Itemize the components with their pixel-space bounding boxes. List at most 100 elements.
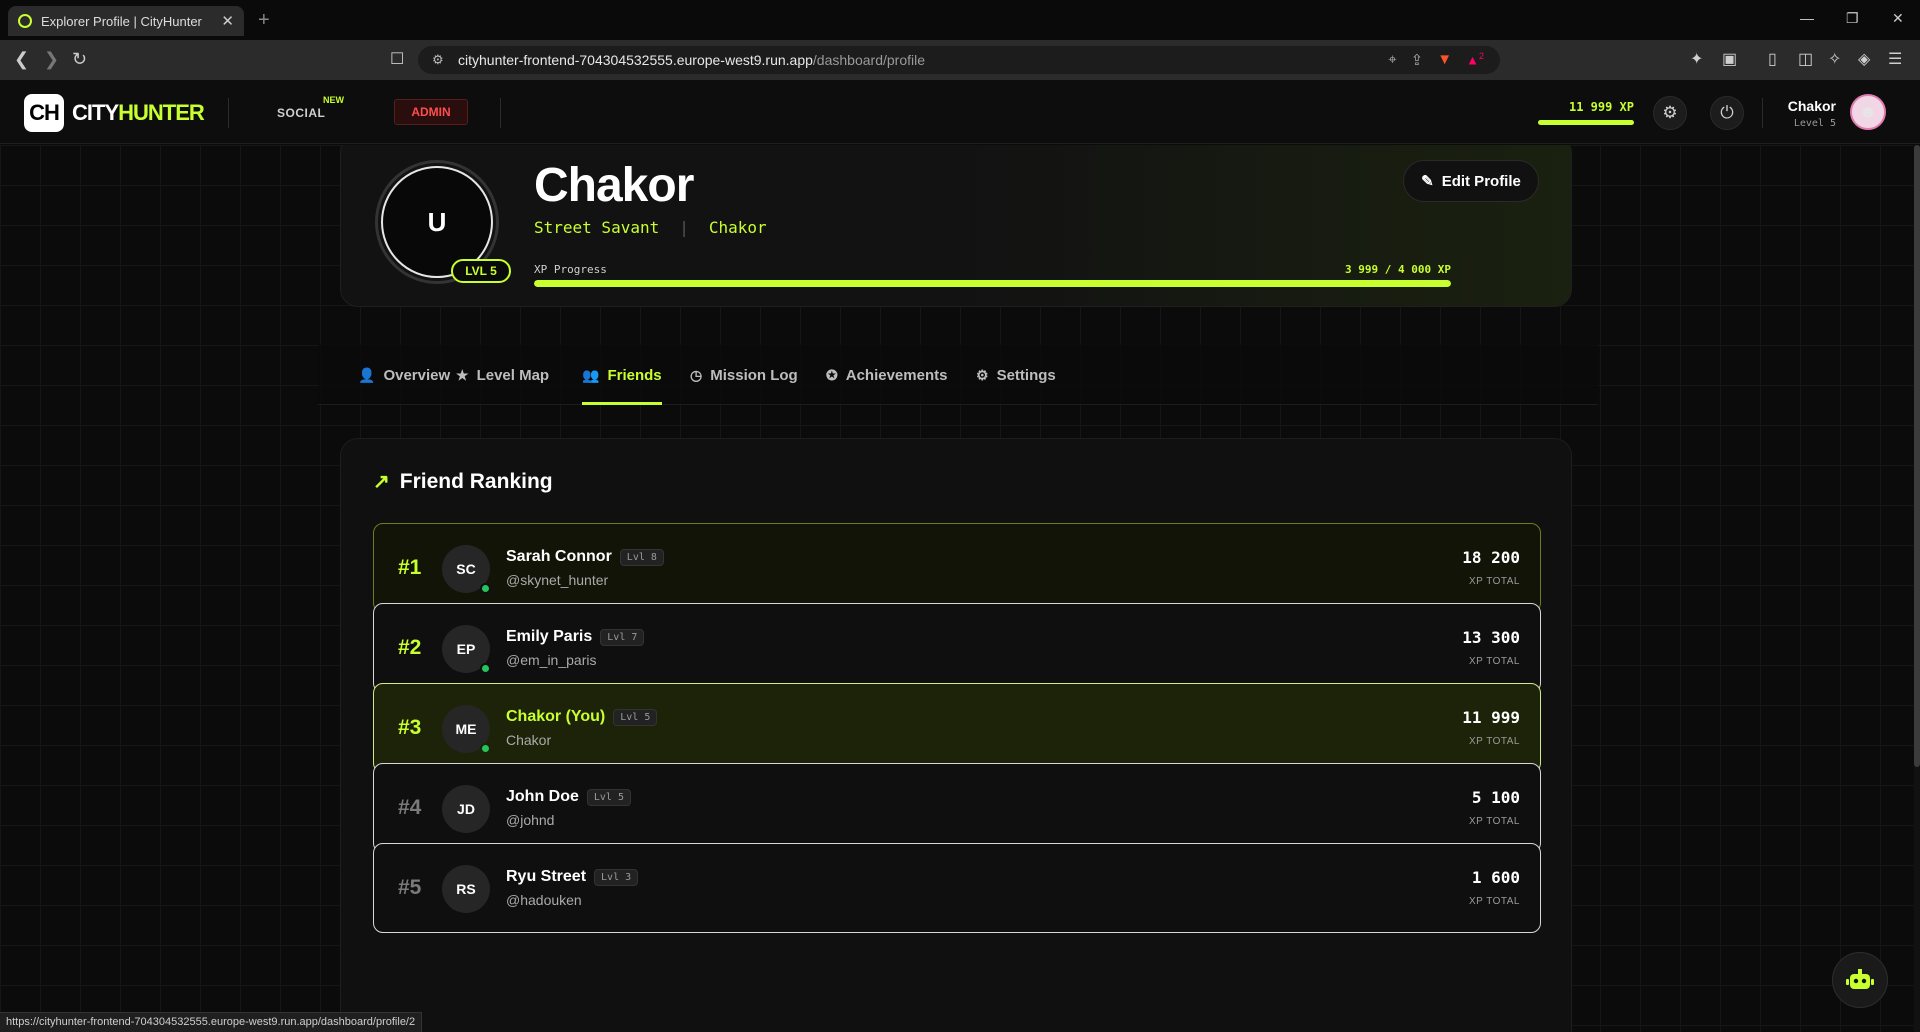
tab-settings[interactable]: ⚙ Settings [976, 345, 1056, 405]
friend-level: Lvl 5 [586, 788, 631, 806]
url-input[interactable]: ⚙ cityhunter-frontend-704304532555.europ… [418, 46, 1500, 74]
back-icon[interactable]: ❮ [14, 49, 29, 70]
friend-name-text: John Doe [506, 788, 579, 805]
online-indicator [480, 663, 491, 674]
xp-total-caption: XP TOTAL [1468, 896, 1520, 907]
user-icon: 👤 [358, 366, 376, 383]
leo-icon[interactable]: ✧ [1828, 49, 1841, 69]
header-user-level: Level 5 [1793, 118, 1836, 129]
xp-progress-value: 3 999 / 4 000 XP [1345, 263, 1451, 276]
edit-profile-button[interactable]: ✎ Edit Profile [1403, 160, 1539, 202]
friend-name: Chakor (You) Lvl 5 [506, 708, 658, 726]
online-indicator [480, 583, 491, 594]
edit-icon: ✎ [1421, 173, 1434, 190]
close-window-icon[interactable]: ✕ [1892, 10, 1904, 27]
friend-name: Sarah Connor Lvl 8 [506, 548, 664, 566]
screenshot-icon[interactable]: ▣ [1722, 49, 1737, 69]
close-tab-icon[interactable]: ✕ [221, 12, 234, 30]
friend-name-text: Chakor (You) [506, 708, 606, 725]
share-icon[interactable]: ⇪ [1411, 51, 1424, 69]
sidebar-icon[interactable]: ▯ [1768, 49, 1777, 69]
xp-progress-label: XP Progress [534, 263, 607, 276]
tab-label: Level Map [476, 366, 550, 384]
tab-label: Achievements [845, 366, 948, 384]
tab-overview[interactable]: 👤 Overview [358, 345, 450, 405]
friend-name: Emily Paris Lvl 7 [506, 628, 645, 646]
logout-button[interactable]: ⏻ [1710, 96, 1744, 130]
nav-social[interactable]: SOCIAL [277, 106, 325, 120]
friend-name: Ryu Street Lvl 3 [506, 868, 639, 886]
header-xp-fill [1538, 120, 1634, 125]
table-row[interactable]: #1 SC Sarah Connor Lvl 8 @skynet_hunter 1… [373, 523, 1541, 613]
tab-label: Mission Log [710, 366, 798, 384]
location-icon[interactable]: ⌖ [1388, 51, 1396, 69]
settings-button[interactable]: ⚙ [1653, 96, 1687, 130]
wallet-icon[interactable]: ◫ [1798, 49, 1813, 69]
extensions-icon[interactable]: ✦ [1690, 49, 1703, 69]
assistant-bot-button[interactable] [1832, 952, 1888, 1008]
friend-name-text: Ryu Street [506, 868, 587, 885]
menu-icon[interactable]: ☰ [1888, 49, 1902, 69]
table-row[interactable]: #4 JD John Doe Lvl 5 @johnd 5 100 XP TOTA… [373, 763, 1541, 853]
header-user-name: Chakor [1787, 98, 1836, 114]
reload-icon[interactable]: ↻ [72, 49, 87, 70]
brave-shield-icon[interactable]: ▼ [1437, 51, 1452, 69]
robot-icon [1846, 969, 1874, 989]
friend-name-text: Emily Paris [506, 628, 593, 645]
avatar[interactable]: ☻ [1850, 94, 1886, 130]
bookmark-icon[interactable]: ☐ [390, 49, 404, 69]
table-row-current-user[interactable]: #3 ME Chakor (You) Lvl 5 Chakor 11 999 XP… [373, 683, 1541, 773]
tab-label: Overview [383, 366, 451, 384]
award-icon: ✪ [826, 366, 838, 383]
admin-button[interactable]: ADMIN [394, 99, 468, 125]
forward-icon[interactable]: ❯ [44, 49, 59, 70]
new-tab-icon[interactable]: + [258, 9, 270, 32]
friend-xp: 11 999 [1462, 708, 1520, 727]
rewards-badge: 2 [1478, 51, 1484, 61]
page-title: Chakor [534, 159, 694, 212]
scrollbar-thumb[interactable] [1914, 145, 1920, 767]
browser-tabbar: Explorer Profile | CityHunter ✕ + — ❐ ✕ [0, 0, 1920, 40]
minimize-icon[interactable]: — [1800, 10, 1814, 26]
xp-total-caption: XP TOTAL [1468, 656, 1520, 667]
friend-handle: @em_in_paris [506, 652, 597, 668]
table-row[interactable]: #5 RS Ryu Street Lvl 3 @hadouken 1 600 XP… [373, 843, 1541, 933]
vpn-icon[interactable]: ◈ [1858, 49, 1870, 69]
tab-friends[interactable]: 👥 Friends [582, 345, 662, 405]
friend-ranking-title: ↗ Friend Ranking [373, 469, 553, 494]
brave-rewards-icon[interactable]: ▲2 [1466, 51, 1484, 69]
friend-ranking-heading: Friend Ranking [399, 469, 553, 493]
favicon-icon [18, 14, 32, 28]
friend-level: Lvl 7 [600, 628, 645, 646]
tab-level-map[interactable]: ★ Level Map [456, 345, 549, 405]
clock-icon: ◷ [690, 366, 703, 383]
restore-icon[interactable]: ❐ [1846, 10, 1859, 27]
friend-xp: 1 600 [1471, 868, 1520, 887]
profile-title: Street Savant [534, 218, 660, 237]
status-bar-url: https://cityhunter-frontend-704304532555… [0, 1012, 423, 1032]
friend-xp: 18 200 [1462, 548, 1520, 567]
trending-up-icon: ↗ [373, 471, 390, 493]
site-settings-icon[interactable]: ⚙ [432, 52, 444, 68]
tab-title: Explorer Profile | CityHunter [41, 13, 202, 29]
logo[interactable]: CH CITYHUNTER [24, 94, 205, 132]
tab-mission-log[interactable]: ◷ Mission Log [690, 345, 798, 405]
address-bar: ❮ ❯ ↻ ☐ ⚙ cityhunter-frontend-7043045325… [0, 40, 1920, 80]
friend-level: Lvl 5 [613, 708, 658, 726]
url-host: cityhunter-frontend-704304532555.europe-… [458, 52, 813, 68]
gear-icon: ⚙ [1662, 103, 1678, 122]
logo-mark: CH [24, 94, 64, 132]
xp-total-caption: XP TOTAL [1468, 816, 1520, 827]
star-icon: ★ [456, 366, 469, 383]
online-indicator [480, 743, 491, 754]
profile-subtitle: Street Savant | Chakor [534, 218, 767, 237]
browser-tab[interactable]: Explorer Profile | CityHunter ✕ [8, 6, 244, 36]
table-row[interactable]: #2 EP Emily Paris Lvl 7 @em_in_paris 13 3… [373, 603, 1541, 693]
friend-handle: Chakor [506, 732, 552, 748]
tab-achievements[interactable]: ✪ Achievements [826, 345, 947, 405]
level-badge: LVL 5 [451, 259, 511, 283]
friend-ranking-card: ↗ Friend Ranking #1 SC Sarah Connor Lvl 8… [340, 438, 1572, 1032]
friend-xp: 13 300 [1462, 628, 1520, 647]
tab-label: Friends [607, 366, 662, 384]
friend-xp: 5 100 [1471, 788, 1520, 807]
